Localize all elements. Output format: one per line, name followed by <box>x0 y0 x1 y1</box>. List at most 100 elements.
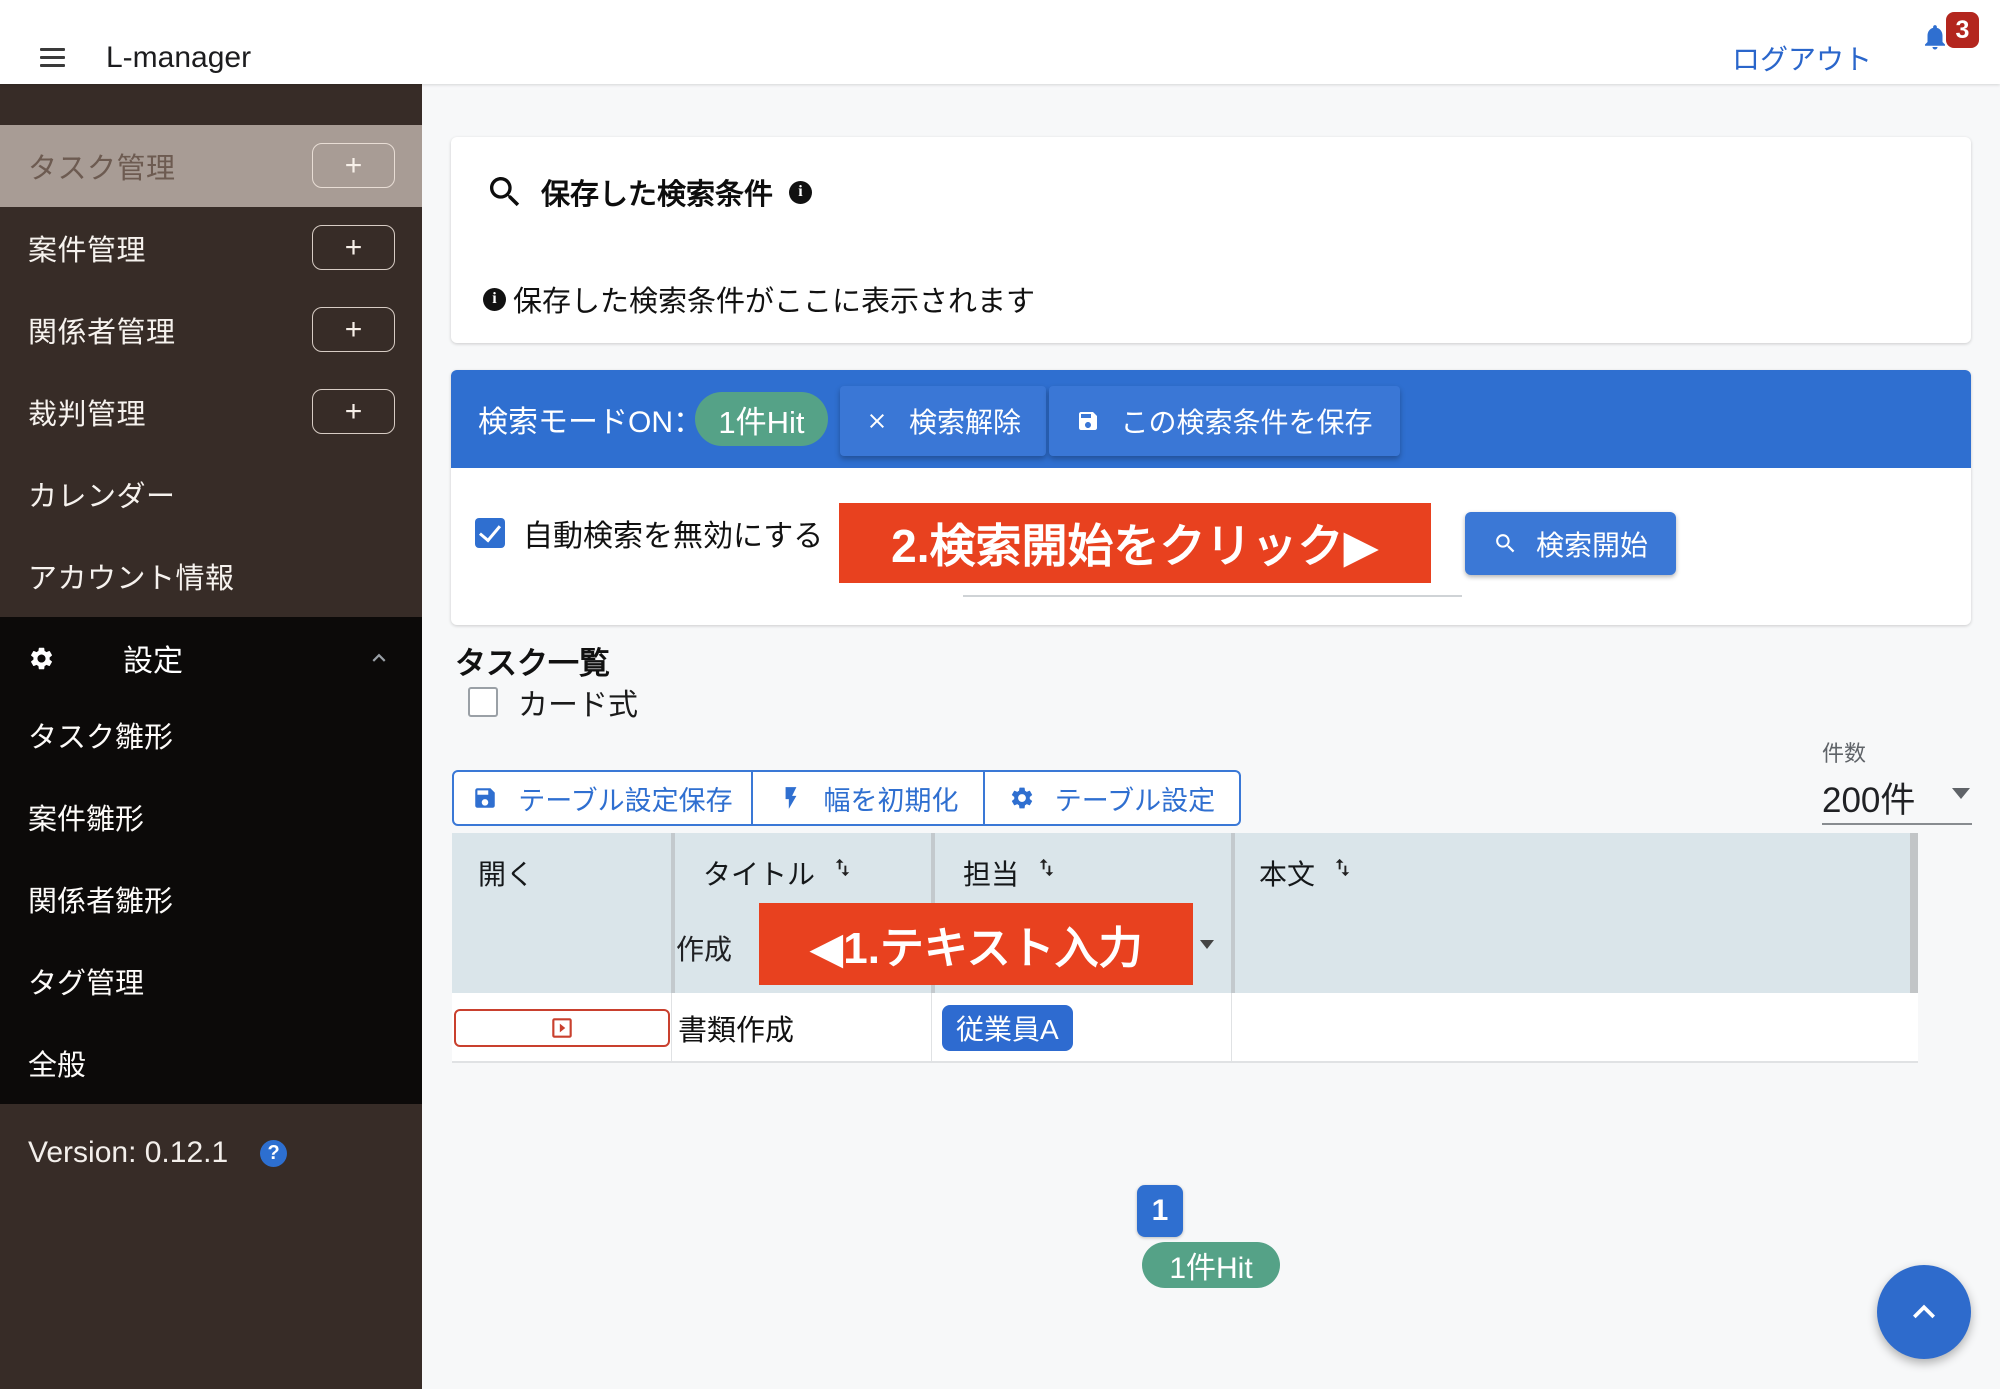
menu-icon[interactable] <box>40 48 65 67</box>
search-icon <box>1493 531 1518 556</box>
card-view-checkbox[interactable] <box>468 687 498 717</box>
save-icon <box>472 785 498 811</box>
version-text: Version: 0.12.1 <box>28 1136 228 1170</box>
sidebar-item-party-template[interactable]: 関係者雛形 <box>0 858 422 940</box>
logout-link[interactable]: ログアウト <box>1732 38 1872 78</box>
table-row: 書類作成 従業員A <box>452 993 1918 1063</box>
divider <box>963 595 1462 597</box>
saved-search-title: 保存した検索条件 <box>541 171 773 213</box>
sidebar-item-label: 関係者管理 <box>28 309 176 351</box>
search-mode-label: 検索モードON： <box>478 397 703 441</box>
chevron-down-icon <box>1952 788 1970 799</box>
task-title: 書類作成 <box>678 1007 794 1049</box>
scroll-to-top-button[interactable] <box>1877 1265 1971 1359</box>
hit-count-badge: 1件Hit <box>695 392 828 446</box>
column-label: 開く <box>478 853 534 893</box>
add-trial-button[interactable]: + <box>312 389 395 434</box>
card-view-label: カード式 <box>518 680 638 724</box>
step2-annotation: 2.検索開始をクリック▶ <box>839 503 1431 583</box>
gear-icon <box>28 645 55 672</box>
reset-width-button[interactable]: 幅を初期化 <box>753 770 985 826</box>
title-cell: 書類作成 <box>671 993 931 1063</box>
sidebar-item-label: 裁判管理 <box>28 391 146 433</box>
body-cell <box>1231 993 1914 1063</box>
search-start-label: 検索開始 <box>1536 524 1648 564</box>
save-table-settings-button[interactable]: テーブル設定保存 <box>452 770 753 826</box>
sidebar-item-label: タスク管理 <box>28 145 176 187</box>
settings-label: 設定 <box>123 636 183 680</box>
save-icon <box>1076 409 1100 433</box>
sub-item-label: 案件雛形 <box>28 796 144 838</box>
saved-search-card: 保存した検索条件 i i 保存した検索条件がここに表示されます <box>451 137 1971 343</box>
chevron-down-icon[interactable] <box>1200 940 1214 949</box>
column-header-open: 開く <box>452 833 671 993</box>
open-task-button[interactable] <box>454 1009 670 1047</box>
page-1-button[interactable]: 1 <box>1137 1185 1183 1237</box>
sidebar-item-tag-management[interactable]: タグ管理 <box>0 940 422 1022</box>
search-mode-card: 検索モードON： 1件Hit 検索解除 この検索条件を保存 自動検索を無効にする… <box>451 370 1971 625</box>
gear-icon <box>1009 785 1035 811</box>
top-toolbar: L-manager ログアウト 3 <box>0 0 2000 84</box>
count-select[interactable]: 200件 <box>1822 770 1972 825</box>
sidebar-item-settings[interactable]: 設定 <box>0 617 422 699</box>
count-value: 200件 <box>1822 772 1915 823</box>
notification-badge: 3 <box>1946 12 1979 48</box>
assignee-chip: 従業員A <box>942 1005 1073 1051</box>
info-icon: i <box>483 288 506 311</box>
chevron-up-icon <box>366 645 392 671</box>
task-table: 開く タイトル 担当 本文 作成 ◀1.テキスト入力 <box>452 833 1918 1063</box>
table-header: 開く タイトル 担当 本文 作成 ◀1.テキスト入力 <box>452 833 1918 993</box>
clear-search-button[interactable]: 検索解除 <box>840 386 1046 456</box>
sidebar-item-general[interactable]: 全般 <box>0 1022 422 1104</box>
sidebar: タスク管理 + 案件管理 + 関係者管理 + 裁判管理 + カレンダー アカウン… <box>0 84 422 1389</box>
sidebar-item-calendar[interactable]: カレンダー <box>0 453 422 535</box>
search-icon <box>485 172 525 212</box>
assignee-cell: 従業員A <box>931 993 1231 1063</box>
chevron-up-icon <box>1902 1290 1946 1334</box>
close-icon <box>865 409 889 433</box>
notifications-button[interactable]: 3 <box>1918 14 1984 70</box>
column-header-body[interactable]: 本文 <box>1231 833 1914 993</box>
sub-item-label: 関係者雛形 <box>28 878 173 920</box>
button-label: 幅を初期化 <box>824 779 959 818</box>
auto-search-label: 自動検索を無効にする <box>523 511 823 555</box>
sort-icon[interactable] <box>1331 856 1354 879</box>
sidebar-item-label: カレンダー <box>28 473 176 515</box>
sidebar-item-task-template[interactable]: タスク雛形 <box>0 694 422 776</box>
auto-search-checkbox[interactable] <box>475 518 505 548</box>
step1-annotation: ◀1.テキスト入力 <box>759 903 1193 985</box>
help-button[interactable]: ? <box>260 1140 287 1167</box>
column-label: 担当 <box>963 853 1019 893</box>
app-window: L-manager ログアウト 3 タスク管理 + 案件管理 + 関係者管理 +… <box>0 0 2000 1389</box>
sort-icon[interactable] <box>831 856 854 879</box>
settings-section: 設定 タスク雛形 案件雛形 関係者雛形 タグ管理 全般 <box>0 617 422 1104</box>
sidebar-item-label: 案件管理 <box>28 227 146 269</box>
hit-count-badge: 1件Hit <box>1142 1242 1280 1288</box>
add-task-button[interactable]: + <box>312 143 395 188</box>
bolt-icon <box>778 785 804 811</box>
sidebar-item-case-template[interactable]: 案件雛形 <box>0 776 422 858</box>
add-party-button[interactable]: + <box>312 307 395 352</box>
sort-icon[interactable] <box>1035 856 1058 879</box>
saved-search-empty-message: 保存した検索条件がここに表示されます <box>513 278 1035 320</box>
sub-item-label: タスク雛形 <box>28 714 173 756</box>
save-search-button[interactable]: この検索条件を保存 <box>1049 386 1400 456</box>
sidebar-item-account-info[interactable]: アカウント情報 <box>0 535 422 617</box>
sub-item-label: 全般 <box>28 1042 86 1084</box>
add-case-button[interactable]: + <box>312 225 395 270</box>
clear-search-label: 検索解除 <box>909 401 1021 441</box>
title-filter-input[interactable]: 作成 <box>676 928 732 968</box>
info-icon: i <box>789 181 812 204</box>
button-label: テーブル設定保存 <box>518 779 732 818</box>
button-label: テーブル設定 <box>1055 779 1215 818</box>
column-label: 本文 <box>1259 853 1315 893</box>
table-button-group: テーブル設定保存 幅を初期化 テーブル設定 <box>452 770 1241 826</box>
slideshow-icon <box>549 1015 575 1041</box>
open-cell <box>452 993 671 1063</box>
search-start-button[interactable]: 検索開始 <box>1465 512 1676 575</box>
sub-item-label: タグ管理 <box>28 960 144 1002</box>
table-scrollbar[interactable] <box>1910 833 1918 993</box>
table-settings-button[interactable]: テーブル設定 <box>985 770 1241 826</box>
task-list-heading: タスク一覧 <box>455 638 610 683</box>
count-label: 件数 <box>1822 736 1866 768</box>
